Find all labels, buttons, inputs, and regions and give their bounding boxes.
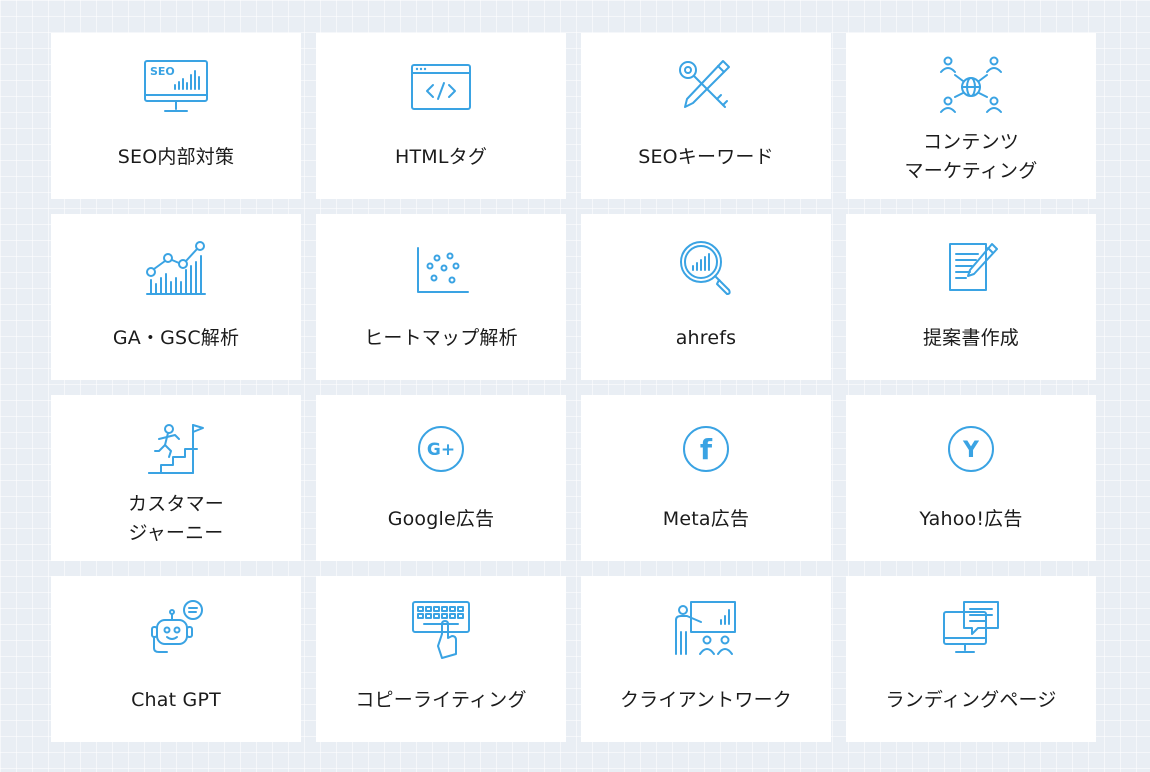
card-heatmap[interactable]: ヒートマップ解析: [316, 214, 566, 380]
code-window-icon: [406, 55, 476, 119]
card-label: Meta広告: [662, 507, 750, 530]
key-pencil-icon: [671, 55, 741, 119]
card-google-ads[interactable]: G+ Google広告: [316, 395, 566, 561]
card-copywriting[interactable]: コピーライティング: [316, 576, 566, 742]
card-label: クライアントワーク: [619, 688, 793, 711]
presentation-icon: [671, 598, 741, 662]
card-label: Google広告: [387, 507, 495, 530]
card-label: コンテンツ マーケティング: [904, 131, 1038, 182]
card-seo-keyword[interactable]: SEOキーワード: [581, 33, 831, 199]
card-content-marketing[interactable]: コンテンツ マーケティング: [846, 33, 1096, 199]
card-label: ランディングページ: [885, 688, 1057, 711]
keyboard-hand-icon: [406, 598, 476, 662]
card-seo-internal[interactable]: SEO SEO内部対策: [51, 33, 301, 199]
card-label: コピーライティング: [355, 688, 527, 711]
card-label: 提案書作成: [922, 326, 1019, 349]
service-grid: SEO SEO内部対策 HTMLタグ SEOキーワード コンテンツ マーケティン…: [51, 33, 1096, 742]
card-yahoo-ads[interactable]: Y Yahoo!広告: [846, 395, 1096, 561]
card-landing-page[interactable]: ランディングページ: [846, 576, 1096, 742]
card-ahrefs[interactable]: ahrefs: [581, 214, 831, 380]
card-proposal[interactable]: 提案書作成: [846, 214, 1096, 380]
card-chat-gpt[interactable]: Chat GPT: [51, 576, 301, 742]
google-plus-icon: G+: [406, 417, 476, 481]
card-label: GA・GSC解析: [112, 326, 240, 349]
google-plus-text: G+: [427, 440, 455, 460]
magnifier-chart-icon: [671, 236, 741, 300]
seo-monitor-icon: SEO: [141, 55, 211, 119]
robot-chat-icon: [141, 598, 211, 662]
facebook-icon: f: [671, 417, 741, 481]
seo-text: SEO: [150, 65, 175, 78]
monitor-chat-icon: [936, 598, 1006, 662]
yahoo-icon: Y: [936, 417, 1006, 481]
card-label: SEO内部対策: [117, 145, 235, 168]
card-customer-journey[interactable]: カスタマー ジャーニー: [51, 395, 301, 561]
scatter-plot-icon: [406, 236, 476, 300]
card-label: SEOキーワード: [638, 145, 774, 168]
card-html-tag[interactable]: HTMLタグ: [316, 33, 566, 199]
card-client-work[interactable]: クライアントワーク: [581, 576, 831, 742]
card-label: Chat GPT: [131, 688, 221, 711]
yahoo-text: Y: [962, 438, 980, 463]
facebook-text: f: [700, 433, 713, 466]
card-label: ahrefs: [675, 326, 737, 349]
card-ga-gsc[interactable]: GA・GSC解析: [51, 214, 301, 380]
card-label: カスタマー ジャーニー: [127, 493, 224, 544]
document-pen-icon: [936, 236, 1006, 300]
card-label: ヒートマップ解析: [364, 326, 518, 349]
line-chart-icon: [141, 236, 211, 300]
network-people-icon: [936, 55, 1006, 119]
stairs-goal-icon: [141, 417, 211, 481]
card-label: HTMLタグ: [394, 145, 488, 168]
card-label: Yahoo!広告: [919, 507, 1023, 530]
card-meta-ads[interactable]: f Meta広告: [581, 395, 831, 561]
